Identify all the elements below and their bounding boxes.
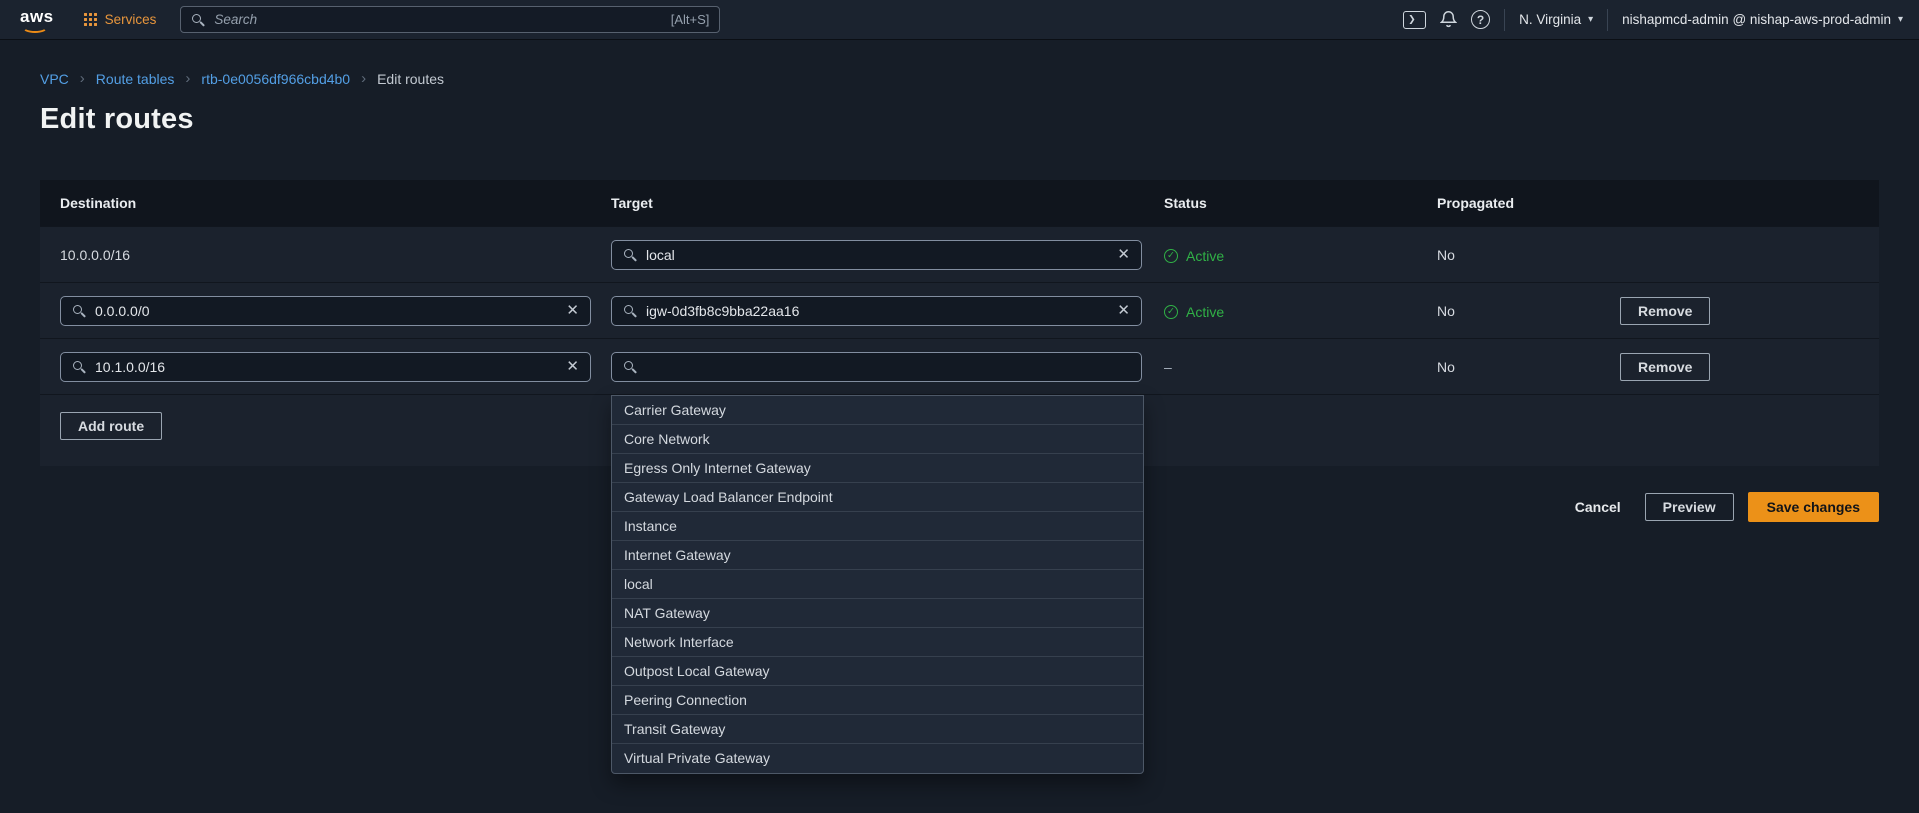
- dropdown-option[interactable]: NAT Gateway: [612, 599, 1143, 628]
- services-grid-icon: [84, 13, 97, 26]
- breadcrumb-separator-icon: ›: [361, 70, 366, 87]
- search-placeholder: Search: [214, 12, 661, 27]
- search-icon: [623, 248, 637, 262]
- propagated-value: No: [1437, 247, 1620, 263]
- table-header-row: Destination Target Status Propagated: [40, 180, 1879, 226]
- search-icon: [623, 304, 637, 318]
- clear-icon[interactable]: ✕: [566, 359, 579, 374]
- target-input-focused[interactable]: [611, 352, 1142, 382]
- search-icon: [623, 360, 637, 374]
- status-empty: –: [1164, 359, 1172, 375]
- services-menu-button[interactable]: Services: [84, 12, 157, 27]
- cloudshell-icon[interactable]: [1403, 11, 1426, 29]
- save-changes-button[interactable]: Save changes: [1748, 492, 1879, 522]
- services-label: Services: [105, 12, 157, 27]
- column-header-status: Status: [1164, 195, 1437, 211]
- region-selector[interactable]: N. Virginia ▾: [1519, 12, 1593, 27]
- destination-value-input[interactable]: [95, 303, 557, 319]
- status-label: Active: [1186, 248, 1224, 264]
- destination-value-input[interactable]: [95, 359, 557, 375]
- help-icon[interactable]: [1471, 10, 1490, 29]
- clear-icon[interactable]: ✕: [1117, 247, 1130, 262]
- chevron-down-icon: ▾: [1588, 14, 1593, 25]
- target-value-input[interactable]: [646, 247, 1108, 263]
- dropdown-option[interactable]: Outpost Local Gateway: [612, 657, 1143, 686]
- target-input[interactable]: ✕: [611, 296, 1142, 326]
- dropdown-option[interactable]: Carrier Gateway: [612, 396, 1143, 425]
- clear-icon[interactable]: ✕: [566, 303, 579, 318]
- target-value-input[interactable]: [646, 303, 1108, 319]
- preview-button[interactable]: Preview: [1645, 493, 1734, 521]
- dropdown-option[interactable]: Transit Gateway: [612, 715, 1143, 744]
- cancel-button[interactable]: Cancel: [1565, 493, 1631, 521]
- table-row: ✕ Carrier Gateway Core Network Egress On…: [40, 338, 1879, 394]
- clear-icon[interactable]: ✕: [1117, 303, 1130, 318]
- account-menu[interactable]: nishapmcd-admin @ nishap-aws-prod-admin …: [1622, 12, 1903, 27]
- breadcrumb-separator-icon: ›: [80, 70, 85, 87]
- dropdown-option[interactable]: local: [612, 570, 1143, 599]
- breadcrumb: VPC › Route tables › rtb-0e0056df966cbd4…: [40, 70, 1919, 87]
- table-row: ✕ ✕ Active No Remove: [40, 282, 1879, 338]
- breadcrumb-route-tables[interactable]: Route tables: [96, 71, 175, 87]
- breadcrumb-route-table-id[interactable]: rtb-0e0056df966cbd4b0: [201, 71, 350, 87]
- dropdown-option[interactable]: Egress Only Internet Gateway: [612, 454, 1143, 483]
- status-label: Active: [1186, 304, 1224, 320]
- notifications-bell-icon[interactable]: [1440, 10, 1457, 29]
- topbar-divider: [1504, 9, 1505, 31]
- search-icon: [191, 13, 205, 27]
- table-row: 10.0.0.0/16 ✕ Active No: [40, 226, 1879, 282]
- status-badge: Active: [1164, 304, 1224, 320]
- region-label: N. Virginia: [1519, 12, 1581, 27]
- dropdown-option[interactable]: Peering Connection: [612, 686, 1143, 715]
- remove-route-button[interactable]: Remove: [1620, 297, 1710, 325]
- target-type-dropdown: Carrier Gateway Core Network Egress Only…: [611, 395, 1144, 774]
- column-header-propagated: Propagated: [1437, 195, 1620, 211]
- aws-logo[interactable]: aws: [16, 7, 66, 33]
- breadcrumb-vpc[interactable]: VPC: [40, 71, 69, 87]
- aws-logo-text: aws: [20, 7, 54, 26]
- topbar-actions: N. Virginia ▾ nishapmcd-admin @ nishap-a…: [1403, 9, 1903, 31]
- destination-input[interactable]: ✕: [60, 296, 591, 326]
- breadcrumb-separator-icon: ›: [185, 70, 190, 87]
- destination-input[interactable]: ✕: [60, 352, 591, 382]
- dropdown-option[interactable]: Gateway Load Balancer Endpoint: [612, 483, 1143, 512]
- propagated-value: No: [1437, 303, 1620, 319]
- add-route-button[interactable]: Add route: [60, 412, 162, 440]
- search-icon: [72, 304, 86, 318]
- top-navigation-bar: aws Services Search [Alt+S] N. Virginia …: [0, 0, 1919, 40]
- topbar-divider: [1607, 9, 1608, 31]
- search-icon: [72, 360, 86, 374]
- global-search-input[interactable]: Search [Alt+S]: [180, 6, 720, 33]
- check-circle-icon: [1164, 249, 1178, 263]
- check-circle-icon: [1164, 305, 1178, 319]
- breadcrumb-current: Edit routes: [377, 71, 444, 87]
- target-value-input[interactable]: [646, 359, 1130, 375]
- page-title: Edit routes: [40, 103, 1919, 136]
- column-header-destination: Destination: [40, 195, 611, 211]
- target-input[interactable]: ✕: [611, 240, 1142, 270]
- column-header-target: Target: [611, 195, 1164, 211]
- status-badge: Active: [1164, 248, 1224, 264]
- propagated-value: No: [1437, 359, 1620, 375]
- edit-routes-table: Destination Target Status Propagated 10.…: [40, 180, 1879, 466]
- remove-route-button[interactable]: Remove: [1620, 353, 1710, 381]
- dropdown-option[interactable]: Instance: [612, 512, 1143, 541]
- dropdown-option[interactable]: Network Interface: [612, 628, 1143, 657]
- dropdown-option[interactable]: Internet Gateway: [612, 541, 1143, 570]
- dropdown-option[interactable]: Core Network: [612, 425, 1143, 454]
- account-label: nishapmcd-admin @ nishap-aws-prod-admin: [1622, 12, 1891, 27]
- chevron-down-icon: ▾: [1898, 14, 1903, 25]
- search-shortcut-hint: [Alt+S]: [671, 12, 710, 27]
- destination-value: 10.0.0.0/16: [60, 247, 130, 263]
- dropdown-option[interactable]: Virtual Private Gateway: [612, 744, 1143, 773]
